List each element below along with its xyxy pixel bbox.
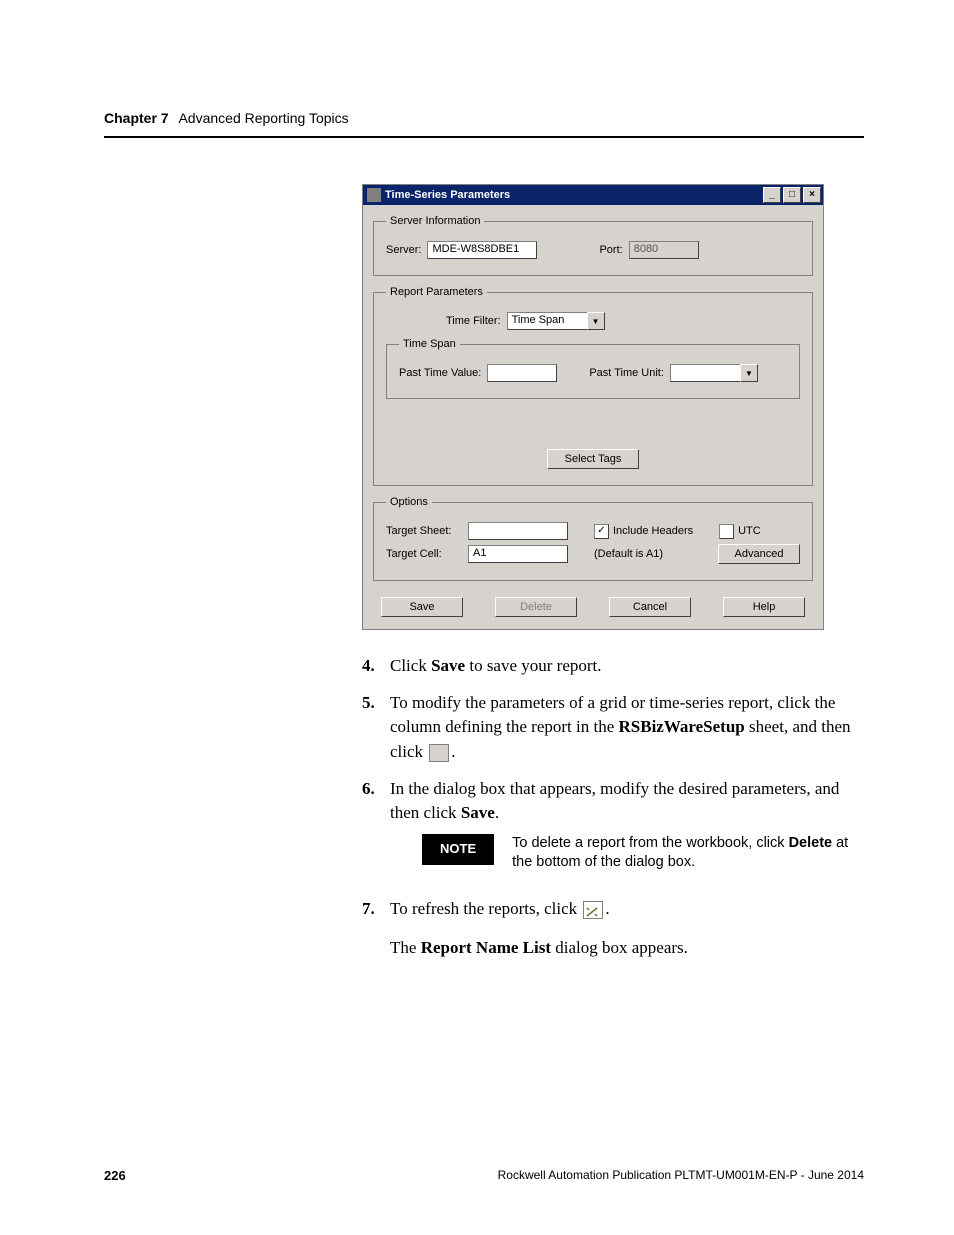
advanced-button[interactable]: Advanced [718, 544, 800, 564]
target-cell-label: Target Cell: [386, 548, 462, 560]
note-block: NOTE To delete a report from the workboo… [422, 834, 864, 873]
options-group: Options Target Sheet: ✓ Include Headers … [373, 496, 813, 581]
step-number: 4. [362, 654, 390, 679]
step-5: 5. To modify the parameters of a grid or… [362, 691, 864, 765]
step-4: 4. Click Save to save your report. [362, 654, 864, 679]
page-header: Chapter 7 Advanced Reporting Topics [104, 110, 864, 126]
step-text: . [605, 899, 609, 918]
time-filter-select[interactable]: Time Span ▼ [507, 312, 605, 330]
step-text: The [390, 938, 421, 957]
save-button[interactable]: Save [381, 597, 463, 617]
maximize-button[interactable]: □ [783, 187, 801, 203]
page-number: 226 [104, 1168, 126, 1183]
server-label: Server: [386, 244, 421, 256]
report-parameters-group: Report Parameters Time Filter: Time Span… [373, 286, 813, 486]
include-headers-label: Include Headers [613, 525, 693, 537]
help-button[interactable]: Help [723, 597, 805, 617]
chapter-label: Chapter 7 [104, 110, 169, 126]
note-badge: NOTE [422, 834, 494, 865]
report-parameters-legend: Report Parameters [386, 286, 487, 298]
step-bold: Report Name List [421, 938, 551, 957]
include-headers-checkbox[interactable]: ✓ Include Headers [594, 524, 693, 539]
utc-checkbox[interactable]: UTC [719, 524, 761, 539]
server-information-legend: Server Information [386, 215, 484, 227]
server-input[interactable]: MDE-W8S8DBE1 [427, 241, 537, 259]
past-time-unit-select[interactable]: ▼ [670, 364, 758, 382]
step-bold: Save [461, 803, 495, 822]
header-rule [104, 136, 864, 138]
port-label: Port: [599, 244, 622, 256]
time-span-legend: Time Span [399, 338, 460, 350]
step-bold: RSBizWareSetup [619, 717, 745, 736]
target-cell-input[interactable]: A1 [468, 545, 568, 563]
dialog-button-row: Save Delete Cancel Help [373, 591, 813, 619]
step-text: In the dialog box that appears, modify t… [390, 779, 839, 823]
server-information-group: Server Information Server: MDE-W8S8DBE1 … [373, 215, 813, 276]
target-sheet-input[interactable] [468, 522, 568, 540]
target-sheet-label: Target Sheet: [386, 525, 462, 537]
past-time-value-input[interactable] [487, 364, 557, 382]
close-button[interactable]: × [803, 187, 821, 203]
past-time-unit-value [670, 364, 740, 382]
checkbox-icon: ✓ [594, 524, 609, 539]
delete-button[interactable]: Delete [495, 597, 577, 617]
step-number: 5. [362, 691, 390, 765]
refresh-icon [583, 901, 603, 919]
step-number: 6. [362, 777, 390, 885]
step-6: 6. In the dialog box that appears, modif… [362, 777, 864, 885]
time-filter-value: Time Span [507, 312, 587, 330]
step-number: 7. [362, 897, 390, 960]
select-tags-button[interactable]: Select Tags [547, 449, 639, 469]
time-filter-label: Time Filter: [446, 315, 501, 327]
page-footer: 226 Rockwell Automation Publication PLTM… [104, 1168, 864, 1183]
note-bold: Delete [789, 835, 833, 851]
checkbox-icon [719, 524, 734, 539]
step-text: dialog box appears. [551, 938, 688, 957]
publication-info: Rockwell Automation Publication PLTMT-UM… [498, 1168, 864, 1183]
step-text: . [495, 803, 499, 822]
step-text: to save your report. [465, 656, 601, 675]
step-7: 7. To refresh the reports, click . The R… [362, 897, 864, 960]
target-cell-default-hint: (Default is A1) [594, 548, 663, 560]
app-icon [367, 188, 381, 202]
dialog-titlebar: Time-Series Parameters _ □ × [363, 185, 823, 205]
chevron-down-icon[interactable]: ▼ [587, 312, 605, 330]
minimize-button[interactable]: _ [763, 187, 781, 203]
chevron-down-icon[interactable]: ▼ [740, 364, 758, 382]
step-text: To refresh the reports, click [390, 899, 581, 918]
port-input[interactable]: 8080 [629, 241, 699, 259]
step-text: Click [390, 656, 431, 675]
note-text: To delete a report from the workbook, cl… [512, 835, 788, 851]
past-time-unit-label: Past Time Unit: [589, 367, 664, 379]
time-series-parameters-dialog: Time-Series Parameters _ □ × Server Info… [362, 184, 824, 630]
cancel-button[interactable]: Cancel [609, 597, 691, 617]
step-text: . [451, 742, 455, 761]
past-time-value-label: Past Time Value: [399, 367, 481, 379]
step-bold: Save [431, 656, 465, 675]
dialog-title: Time-Series Parameters [385, 189, 510, 201]
time-span-group: Time Span Past Time Value: Past Time Uni… [386, 338, 800, 399]
utc-label: UTC [738, 525, 761, 537]
options-legend: Options [386, 496, 432, 508]
edit-report-icon [429, 744, 449, 762]
chapter-title: Advanced Reporting Topics [178, 110, 348, 126]
